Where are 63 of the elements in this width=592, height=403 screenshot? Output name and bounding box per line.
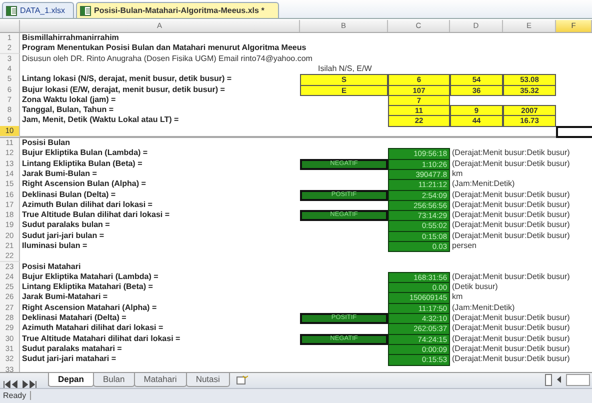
file-tab[interactable]: Posisi-Bulan-Matahari-Algoritma-Meeus.xls * [76, 2, 280, 18]
unit-text: (Derajat:Menit busur:Detik busur) [451, 230, 570, 240]
split-handle[interactable] [545, 374, 552, 386]
section-heading: Posisi Bulan [21, 138, 70, 148]
sheet-tab[interactable]: Bulan [92, 372, 135, 387]
unit-text: (Derajat:Menit busur:Detik busur) [451, 272, 570, 281]
title-text: Program Menentukan Posisi Bulan dan Matahari menurut Algoritma Meeus [21, 43, 306, 52]
unit-text: (Derajat:Menit busur:Detik busur) [451, 148, 570, 158]
field-label: Right Ascension Bulan (Alpha) = [21, 179, 146, 188]
field-label: Sudut paralaks matahari = [21, 344, 122, 353]
scroll-left-icon[interactable] [555, 374, 563, 384]
unit-text: (Derajat:Menit busur:Detik busur) [451, 190, 570, 198]
spreadsheet-icon [80, 6, 92, 16]
field-label: Zona Waktu lokal (jam) = [21, 94, 116, 104]
unit-text: (Derajat:Menit busur:Detik busur) [451, 323, 570, 332]
sheet-tab[interactable]: Depan [48, 372, 94, 387]
field-label: Bujur Ekliptika Bulan (Lambda) = [21, 148, 148, 158]
unit-text: km [451, 292, 463, 302]
field-label: Iluminasi bulan = [21, 240, 88, 250]
field-label: Sudut jari-jari matahari = [21, 354, 116, 364]
unit-text: (Derajat:Menit busur:Detik busur) [451, 313, 570, 322]
unit-text: (Derajat:Menit busur:Detik busur) [451, 210, 570, 220]
field-label: Lintang lokasi (N/S, derajat, menit busur, detik busur) = [21, 74, 232, 84]
field-label: Tanggal, Bulan, Tahun = [21, 105, 114, 114]
section-heading: Posisi Matahari [21, 262, 81, 271]
field-label: Azimuth Matahari dilihat dari lokasi = [21, 323, 164, 332]
unit-text: persen [451, 240, 476, 250]
sheet-tab[interactable]: Nutasi [186, 372, 230, 387]
field-label: Bujur lokasi (E/W, derajat, menit busur, detik busur) = [21, 84, 225, 94]
unit-text: (Derajat:Menit busur:Detik busur) [451, 334, 570, 343]
field-label: Bujur Ekliptika Matahari (Lambda) = [21, 272, 158, 281]
field-label: Lintang Ekliptika Bulan (Beta) = [21, 158, 142, 168]
field-label: True Altitude Matahari dilihat dari lokasi = [21, 334, 180, 343]
field-label: Jarak Bumi-Matahari = [21, 292, 108, 302]
field-label: Jarak Bumi-Bulan = [21, 168, 97, 178]
field-label: Azimuth Bulan dilihat dari lokasi = [21, 200, 152, 209]
field-label: Deklinasi Matahari (Delta) = [21, 313, 126, 322]
sheet-tab[interactable]: Matahari [134, 372, 187, 387]
field-label: Sudut paralaks bulan = [21, 220, 110, 230]
horizontal-scrollbar[interactable] [566, 374, 590, 386]
unit-text: (Derajat:Menit busur:Detik busur) [451, 354, 570, 364]
note-text: Disusun oleh DR. Rinto Anugraha (Dosen Fisika UGM) Email rinto74@yahoo.com [21, 54, 312, 63]
field-label: Jam, Menit, Detik (Waktu Lokal atau LT) = [21, 115, 179, 124]
field-label: Sudut jari-jari bulan = [21, 230, 104, 240]
unit-text: km [451, 168, 463, 178]
hint-text: Isilah N/S, E/W [317, 64, 372, 73]
field-label: Lintang Ekliptika Matahari (Beta) = [21, 282, 153, 292]
unit-text: (Derajat:Menit busur:Detik busur) [451, 220, 570, 230]
field-label: True Altitude Bulan dilihat dari lokasi = [21, 210, 170, 220]
title-text: Bismillahirrahmanirrahim [21, 33, 119, 42]
field-label: Deklinasi Bulan (Delta) = [21, 190, 116, 198]
status-text: Ready [3, 391, 32, 400]
field-label: Right Ascension Matahari (Alpha) = [21, 302, 157, 312]
unit-text: (Derajat:Menit busur:Detik busur) [451, 200, 570, 209]
active-cell[interactable] [556, 126, 592, 138]
unit-text: (Jam:Menit:Detik) [451, 302, 515, 312]
file-tab[interactable]: DATA_1.xlsx [2, 2, 74, 18]
spreadsheet-icon [6, 6, 17, 16]
unit-text: (Detik busur) [451, 282, 498, 292]
unit-text: (Derajat:Menit busur:Detik busur) [451, 158, 570, 168]
new-sheet-icon[interactable] [236, 374, 248, 385]
unit-text: (Jam:Menit:Detik) [451, 179, 515, 188]
unit-text: (Derajat:Menit busur:Detik busur) [451, 344, 570, 353]
